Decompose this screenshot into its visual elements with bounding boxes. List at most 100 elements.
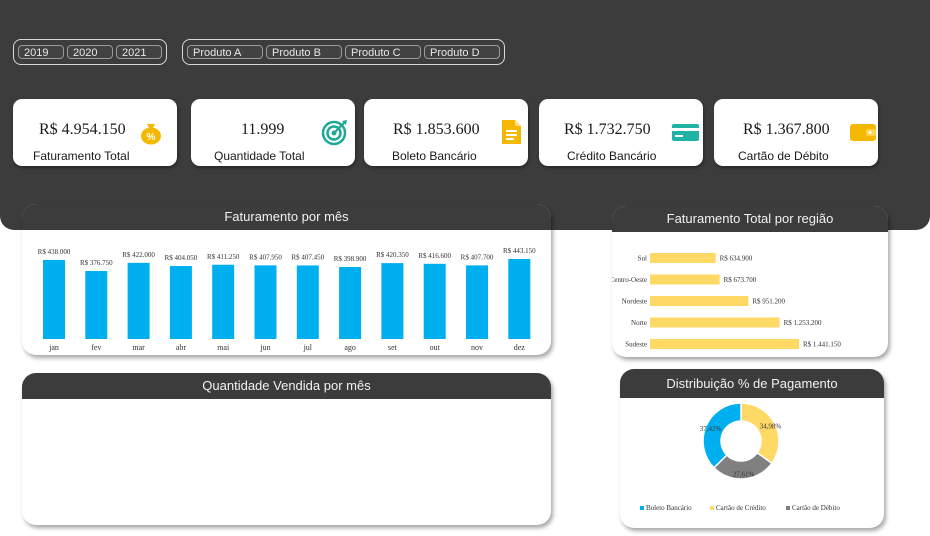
month-bar <box>296 265 319 339</box>
month-value-label: R$ 407.700 <box>461 253 494 261</box>
month-value-label: R$ 416.600 <box>418 252 451 260</box>
donut-value-label: 27,61% <box>733 470 755 478</box>
svg-text:%: % <box>147 132 156 143</box>
month-value-label: R$ 438.000 <box>38 248 71 256</box>
kpi-label: Faturamento Total <box>33 149 130 163</box>
panel-title: Faturamento por mês <box>22 204 551 230</box>
donut-slice <box>702 402 742 469</box>
month-value-label: R$ 443.150 <box>503 247 536 255</box>
month-tick-label: jul <box>303 343 313 352</box>
year-filter-2021[interactable]: 2021 <box>116 45 162 59</box>
kpi-card-cartao-debito: R$ 1.367.800 Cartão de Débito <box>714 99 878 166</box>
month-bar <box>254 265 277 339</box>
payment-donut-chart: 34,98% 27,61% 37,42% Boleto Bancário Cartão … <box>640 402 840 512</box>
product-filter-c[interactable]: Produto C <box>345 45 421 59</box>
payment-distribution-panel: Distribuição % de Pagamento 34,98% 27,61%… <box>620 369 884 528</box>
month-bar <box>43 259 65 339</box>
kpi-card-quantidade-total: 11.999 Quantidade Total <box>191 99 355 166</box>
kpi-value: R$ 1.732.750 <box>564 121 651 138</box>
month-tick-label: out <box>430 343 441 352</box>
legend-swatch <box>710 506 714 510</box>
target-icon <box>321 120 347 146</box>
month-bar <box>85 270 108 339</box>
month-value-label: R$ 407.950 <box>249 253 282 261</box>
region-bar <box>650 274 720 285</box>
kpi-label: Quantidade Total <box>214 149 305 163</box>
month-tick-label: set <box>388 343 398 352</box>
month-bar <box>169 266 192 339</box>
legend-label: Cartão de Crédito <box>716 504 766 512</box>
wallet-icon <box>850 124 876 141</box>
document-icon <box>502 120 521 144</box>
legend-swatch <box>786 506 790 510</box>
month-value-label: R$ 407.450 <box>291 253 324 261</box>
region-bar <box>650 296 749 306</box>
product-filter-a[interactable]: Produto A <box>187 45 263 59</box>
kpi-value: R$ 4.954.150 <box>39 121 126 138</box>
region-tick-label: Sudeste <box>625 341 647 349</box>
region-bar <box>650 317 780 328</box>
month-value-label: R$ 411.250 <box>207 253 240 261</box>
region-revenue-chart: Sul R$ 634.900 Centro-Oeste R$ 673.700 Norde… <box>612 253 841 349</box>
month-value-label: R$ 420.350 <box>376 251 409 259</box>
month-tick-label: jan <box>48 343 59 352</box>
monthly-revenue-chart: R$ 438.000 jan R$ 376.750 fev R$ 422.000 mar R… <box>38 247 536 352</box>
donut-value-label: 34,98% <box>760 422 782 430</box>
month-tick-label: mai <box>217 343 230 352</box>
month-bar <box>339 266 362 339</box>
region-bar <box>650 253 716 263</box>
year-filter-2020[interactable]: 2020 <box>67 45 113 59</box>
month-bar <box>423 263 446 339</box>
month-bar <box>212 264 235 339</box>
legend-label: Cartão de Débito <box>792 504 840 512</box>
region-revenue-panel: Faturamento Total por região Sul R$ 634.9… <box>612 206 888 357</box>
kpi-label: Boleto Bancário <box>392 149 477 163</box>
product-slicer: Produto A Produto B Produto C Produto D <box>182 39 505 65</box>
kpi-value: R$ 1.853.600 <box>393 121 480 138</box>
kpi-label: Crédito Bancário <box>567 149 657 163</box>
money-bag-icon: % <box>141 124 161 145</box>
region-value-label: R$ 1.441.150 <box>803 341 841 349</box>
month-value-label: R$ 398.900 <box>334 255 367 263</box>
product-filter-d[interactable]: Produto D <box>424 45 500 59</box>
legend-label: Boleto Bancário <box>646 504 692 512</box>
month-tick-label: nov <box>471 343 483 352</box>
product-filter-b[interactable]: Produto B <box>266 45 342 59</box>
kpi-value: R$ 1.367.800 <box>743 121 830 138</box>
panel-title: Quantidade Vendida por mês <box>22 373 551 399</box>
month-bar <box>127 262 150 339</box>
month-bar <box>466 265 488 339</box>
month-tick-label: abr <box>176 343 187 352</box>
kpi-card-faturamento-total: R$ 4.954.150 Faturamento Total % <box>13 99 177 166</box>
month-tick-label: ago <box>344 343 356 352</box>
month-value-label: R$ 404.050 <box>165 254 198 262</box>
region-value-label: R$ 634.900 <box>720 255 753 263</box>
panel-title: Faturamento Total por região <box>612 206 888 232</box>
kpi-card-credito-bancario: R$ 1.732.750 Crédito Bancário <box>539 99 703 166</box>
monthly-revenue-panel: Faturamento por mês R$ 438.000 jan R$ 376.… <box>22 204 551 355</box>
region-tick-label: Norte <box>631 319 647 327</box>
region-value-label: R$ 1.253.200 <box>784 319 822 327</box>
region-tick-label: Centro-Oeste <box>612 276 647 284</box>
month-tick-label: fev <box>91 343 101 352</box>
year-filter-2019[interactable]: 2019 <box>18 45 64 59</box>
region-value-label: R$ 951.200 <box>752 298 785 306</box>
month-tick-label: dez <box>514 343 526 352</box>
kpi-label: Cartão de Débito <box>738 149 829 163</box>
month-bar <box>508 259 531 339</box>
region-tick-label: Nordeste <box>622 298 647 306</box>
kpi-value: 11.999 <box>241 121 285 138</box>
year-slicer: 2019 2020 2021 <box>13 39 167 65</box>
month-tick-label: jun <box>259 343 270 352</box>
panel-title: Distribuição % de Pagamento <box>620 369 884 398</box>
month-bar <box>381 263 404 339</box>
region-bar <box>650 339 799 349</box>
month-value-label: R$ 376.750 <box>80 259 113 267</box>
donut-value-label: 37,42% <box>700 425 722 433</box>
quantity-sold-panel: Quantidade Vendida por mês <box>22 373 551 525</box>
legend-swatch <box>640 506 644 510</box>
kpi-card-boleto-bancario: R$ 1.853.600 Boleto Bancário <box>364 99 528 166</box>
credit-card-icon <box>672 124 699 141</box>
month-value-label: R$ 422.000 <box>122 251 155 259</box>
region-value-label: R$ 673.700 <box>724 276 757 284</box>
